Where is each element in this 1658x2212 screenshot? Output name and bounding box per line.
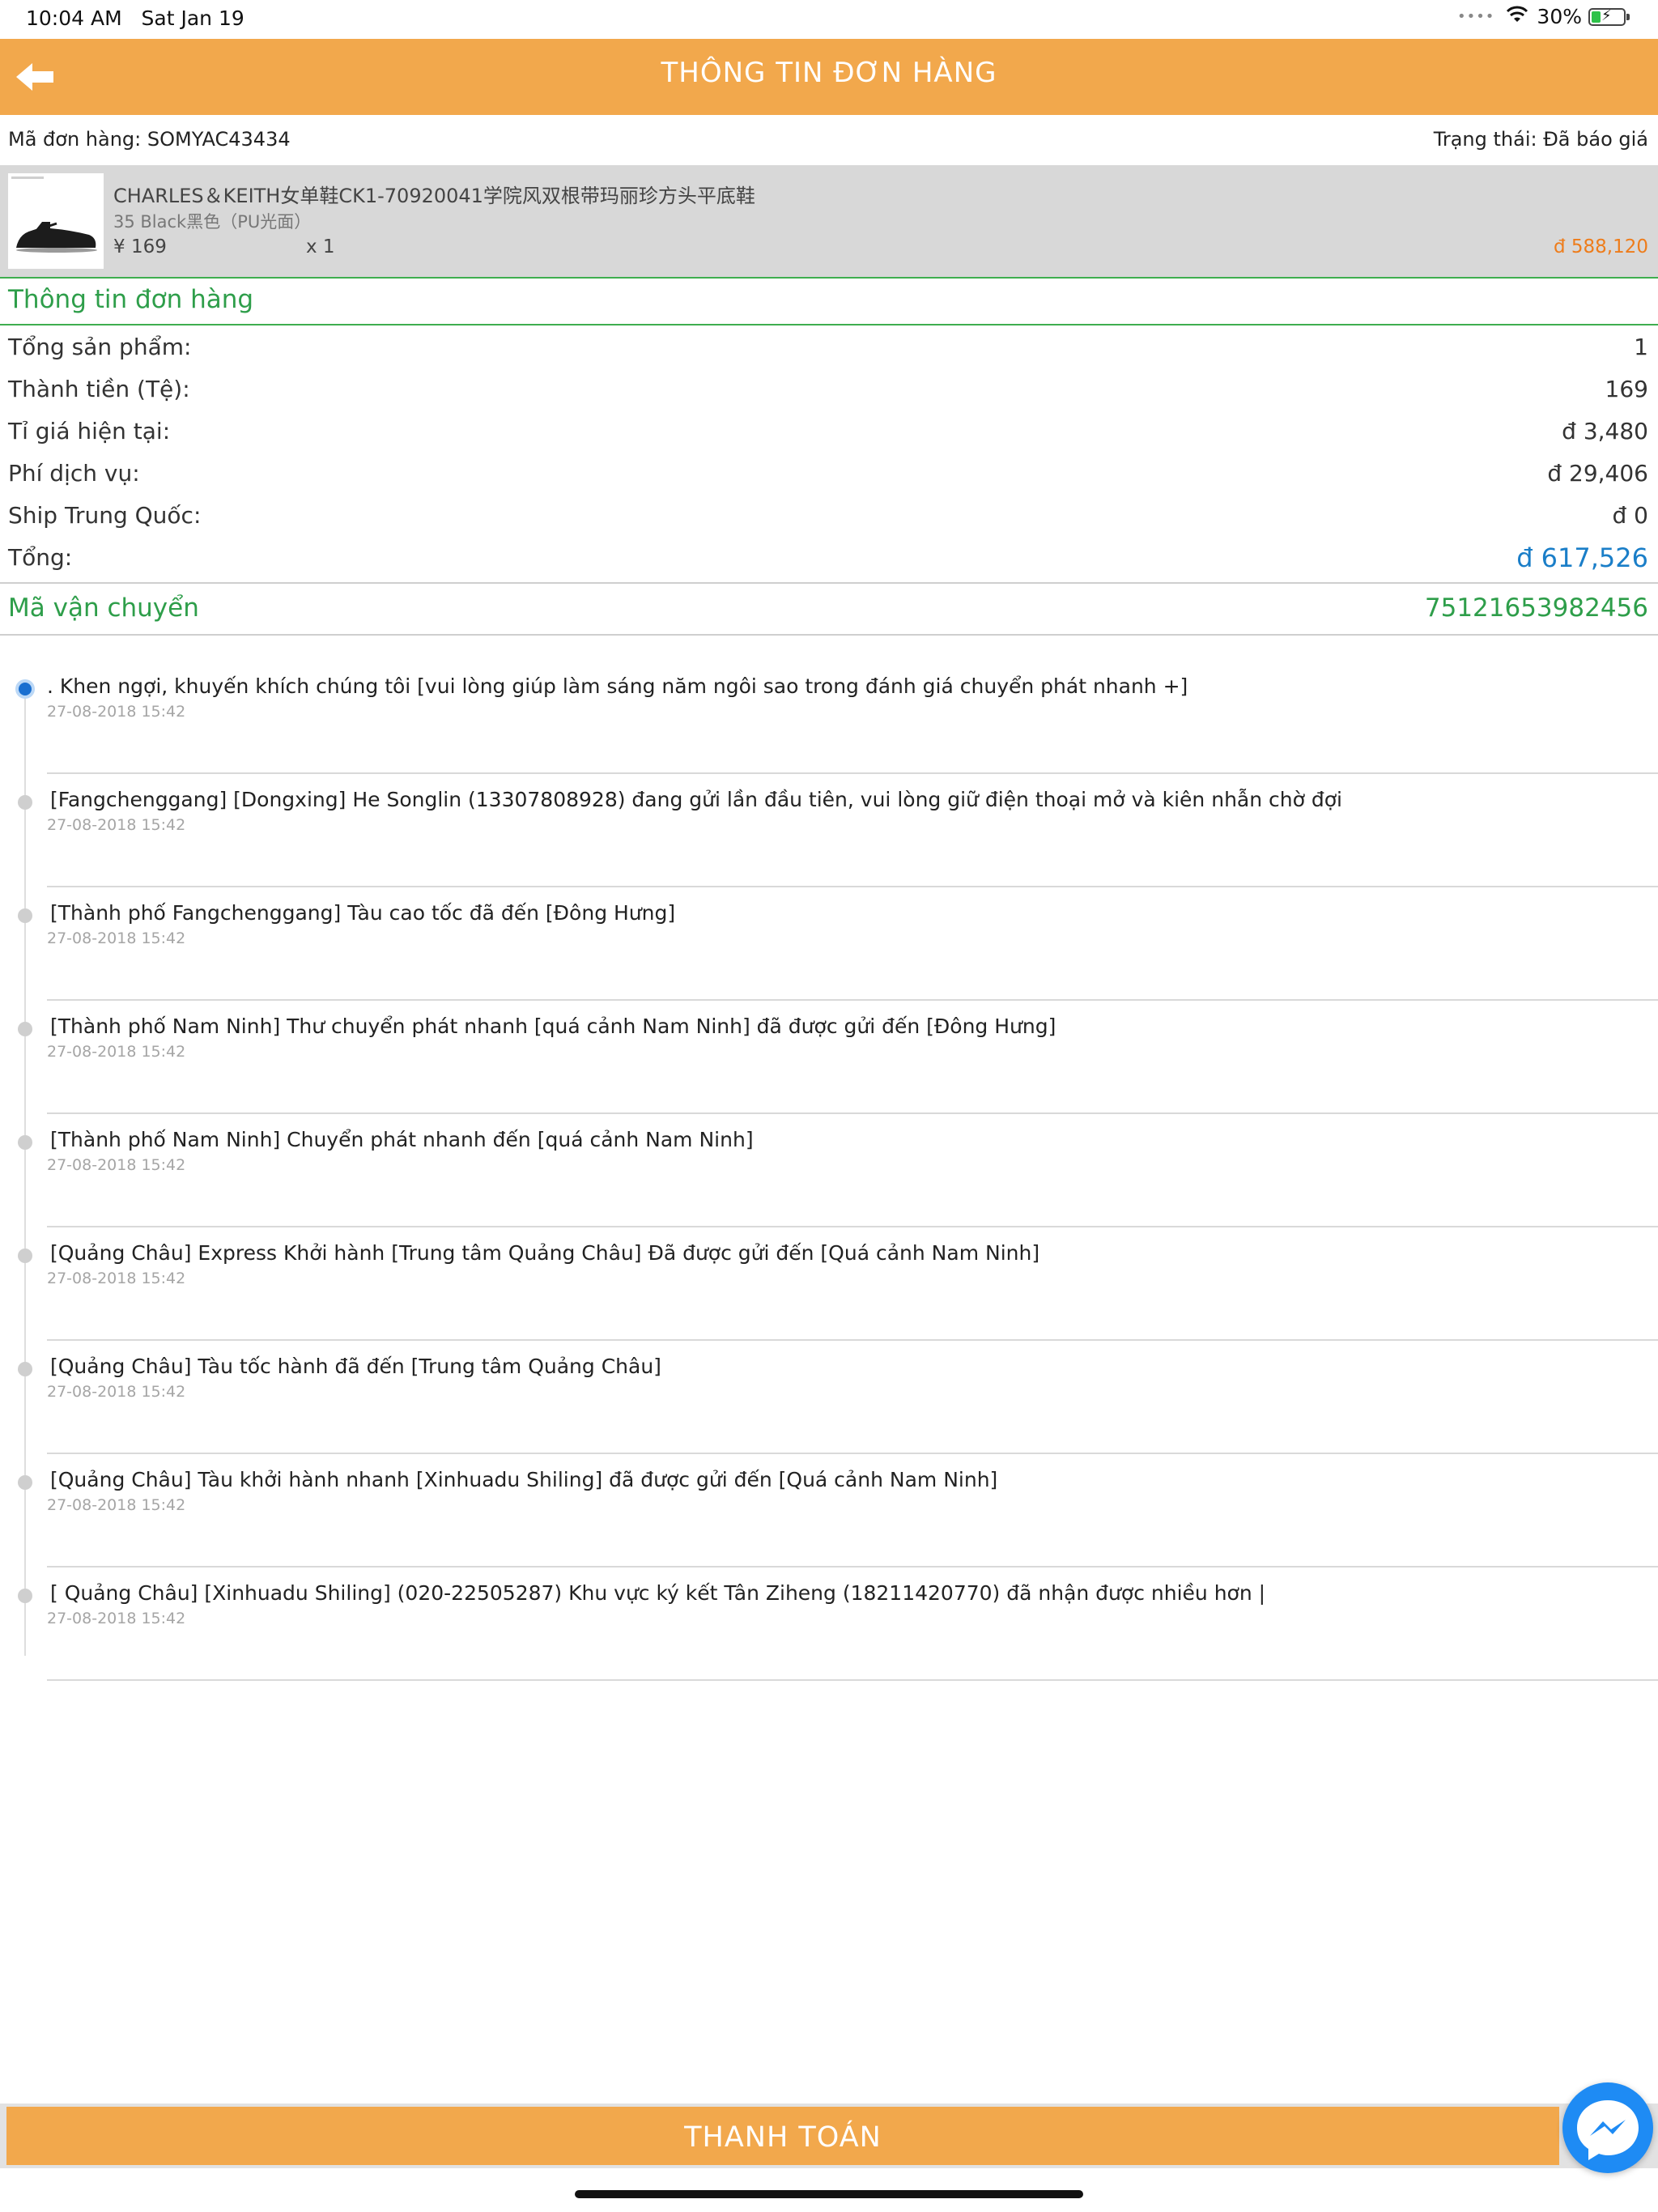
charging-bolt-icon: ⚡ — [1601, 6, 1612, 24]
pay-button[interactable]: THANH TOÁN — [6, 2107, 1559, 2165]
tracking-event: [Quảng Châu] Tàu tốc hành đã đến [Trung … — [0, 1340, 1658, 1454]
tracking-event: . Khen ngợi, khuyến khích chúng tôi [vui… — [0, 660, 1658, 774]
header-bar: THÔNG TIN ĐƠN HÀNG — [0, 39, 1658, 115]
messenger-button[interactable] — [1562, 2082, 1653, 2173]
event-text: [Fangchenggang] [Dongxing] He Songlin (1… — [50, 788, 1342, 811]
timeline-dot — [18, 1589, 32, 1603]
summary-label: Tổng sản phẩm: — [8, 334, 192, 360]
event-text: [Quảng Châu] Tàu khởi hành nhanh [Xinhua… — [50, 1468, 998, 1491]
section-divider — [0, 582, 1658, 584]
battery-cap — [1626, 13, 1630, 20]
tracking-event: [Quảng Châu] Tàu khởi hành nhanh [Xinhua… — [0, 1453, 1658, 1568]
page-title: THÔNG TIN ĐƠN HÀNG — [661, 57, 997, 89]
event-text: [ Quảng Châu] [Xinhuadu Shiling] (020-22… — [50, 1581, 1266, 1605]
footer-bar: THANH TOÁN — [0, 2104, 1658, 2168]
battery-fill — [1592, 11, 1601, 23]
product-item[interactable]: CHARLES＆KEITH女单鞋CK1-70920041学院风双根带玛丽珍方头平… — [0, 165, 1658, 279]
event-text: [Thành phố Nam Ninh] Chuyển phát nhanh đ… — [50, 1128, 754, 1151]
summary-label: Thành tiền (Tệ): — [8, 376, 190, 402]
summary-total-value: đ 617,526 — [1516, 542, 1648, 573]
summary-total-row: Tổng: đ 617,526 — [0, 538, 1658, 580]
timeline-dot — [18, 1249, 32, 1263]
event-time: 27-08-2018 15:42 — [47, 703, 186, 721]
product-name: CHARLES＆KEITH女单鞋CK1-70920041学院风双根带玛丽珍方头平… — [113, 185, 755, 207]
summary-value: đ 0 — [1612, 502, 1649, 529]
summary-value: 1 — [1634, 334, 1648, 360]
product-quantity: x 1 — [306, 236, 335, 257]
order-code: Mã đơn hàng: SOMYAC43434 — [8, 128, 291, 151]
status-clock: 10:04 AM — [26, 6, 122, 30]
order-summary-title: Thông tin đơn hàng — [8, 285, 254, 314]
event-time: 27-08-2018 15:42 — [47, 1043, 186, 1061]
event-time: 27-08-2018 15:42 — [47, 1496, 186, 1514]
tracking-event: [Thành phố Nam Ninh] Chuyển phát nhanh đ… — [0, 1113, 1658, 1227]
timeline-dot — [18, 1135, 32, 1150]
battery-icon: ⚡ — [1588, 6, 1630, 26]
summary-value: 169 — [1605, 376, 1648, 402]
event-time: 27-08-2018 15:42 — [47, 1383, 186, 1401]
messenger-icon — [1577, 2100, 1639, 2160]
product-total: đ 588,120 — [1553, 236, 1648, 257]
event-text: . Khen ngợi, khuyến khích chúng tôi [vui… — [47, 674, 1188, 698]
summary-label: Phí dịch vụ: — [8, 460, 140, 487]
summary-label: Ship Trung Quốc: — [8, 502, 202, 529]
summary-row: Phí dịch vụ: đ 29,406 — [0, 453, 1658, 496]
order-status: Trạng thái: Đã báo giá — [1433, 128, 1648, 151]
section-divider — [0, 324, 1658, 325]
tracking-code[interactable]: 75121653982456 — [1425, 593, 1648, 623]
event-divider — [47, 1679, 1658, 1681]
timeline-dot — [18, 1022, 32, 1036]
status-bar: 10:04 AM Sat Jan 19 •••• 30% ⚡ — [0, 0, 1658, 39]
event-time: 27-08-2018 15:42 — [47, 1610, 186, 1627]
event-time: 27-08-2018 15:42 — [47, 816, 186, 834]
timeline-dot-active — [19, 683, 32, 696]
status-time: 10:04 AM Sat Jan 19 — [26, 6, 244, 30]
tracking-event: [ Quảng Châu] [Xinhuadu Shiling] (020-22… — [0, 1567, 1658, 1681]
battery-percent: 30% — [1537, 5, 1582, 28]
tracking-event: [Fangchenggang] [Dongxing] He Songlin (1… — [0, 773, 1658, 887]
timeline-dot — [18, 1362, 32, 1376]
timeline-dot — [18, 908, 32, 923]
event-text: [Quảng Châu] Express Khởi hành [Trung tâ… — [50, 1241, 1040, 1265]
product-variant: 35 Black黑色（PU光面） — [113, 212, 312, 232]
tracking-title: Mã vận chuyển — [8, 593, 199, 623]
pay-button-label: THANH TOÁN — [684, 2121, 882, 2154]
tracking-event: [Thành phố Fangchenggang] Tàu cao tốc đã… — [0, 887, 1658, 1001]
product-thumbnail — [8, 173, 104, 269]
event-text: [Quảng Châu] Tàu tốc hành đã đến [Trung … — [50, 1355, 661, 1378]
status-date: Sat Jan 19 — [141, 6, 244, 30]
event-text: [Thành phố Nam Ninh] Thư chuyển phát nha… — [50, 1015, 1056, 1038]
status-indicators: •••• 30% ⚡ — [1456, 5, 1630, 28]
shoe-image — [8, 173, 104, 269]
event-time: 27-08-2018 15:42 — [47, 1270, 186, 1287]
timeline-dot — [18, 1475, 32, 1490]
summary-total-label: Tổng: — [8, 544, 73, 571]
tracking-event: [Thành phố Nam Ninh] Thư chuyển phát nha… — [0, 1000, 1658, 1114]
section-divider — [0, 634, 1658, 636]
tracking-event: [Quảng Châu] Express Khởi hành [Trung tâ… — [0, 1227, 1658, 1341]
summary-row: Ship Trung Quốc: đ 0 — [0, 496, 1658, 538]
product-price: ¥ 169 — [113, 236, 167, 257]
summary-row: Thành tiền (Tệ): 169 — [0, 369, 1658, 411]
wifi-icon — [1506, 5, 1528, 28]
summary-row: Tỉ giá hiện tại: đ 3,480 — [0, 411, 1658, 453]
signal-dots-icon: •••• — [1456, 8, 1495, 25]
timeline-dot — [18, 795, 32, 810]
order-info-row: Mã đơn hàng: SOMYAC43434 Trạng thái: Đã … — [0, 115, 1658, 164]
event-time: 27-08-2018 15:42 — [47, 1156, 186, 1174]
event-time: 27-08-2018 15:42 — [47, 929, 186, 947]
summary-label: Tỉ giá hiện tại: — [8, 418, 171, 445]
summary-value: đ 3,480 — [1562, 418, 1648, 445]
summary-row: Tổng sản phẩm: 1 — [0, 327, 1658, 369]
home-indicator — [575, 2190, 1083, 2198]
summary-value: đ 29,406 — [1547, 460, 1648, 487]
event-text: [Thành phố Fangchenggang] Tàu cao tốc đã… — [50, 901, 676, 925]
